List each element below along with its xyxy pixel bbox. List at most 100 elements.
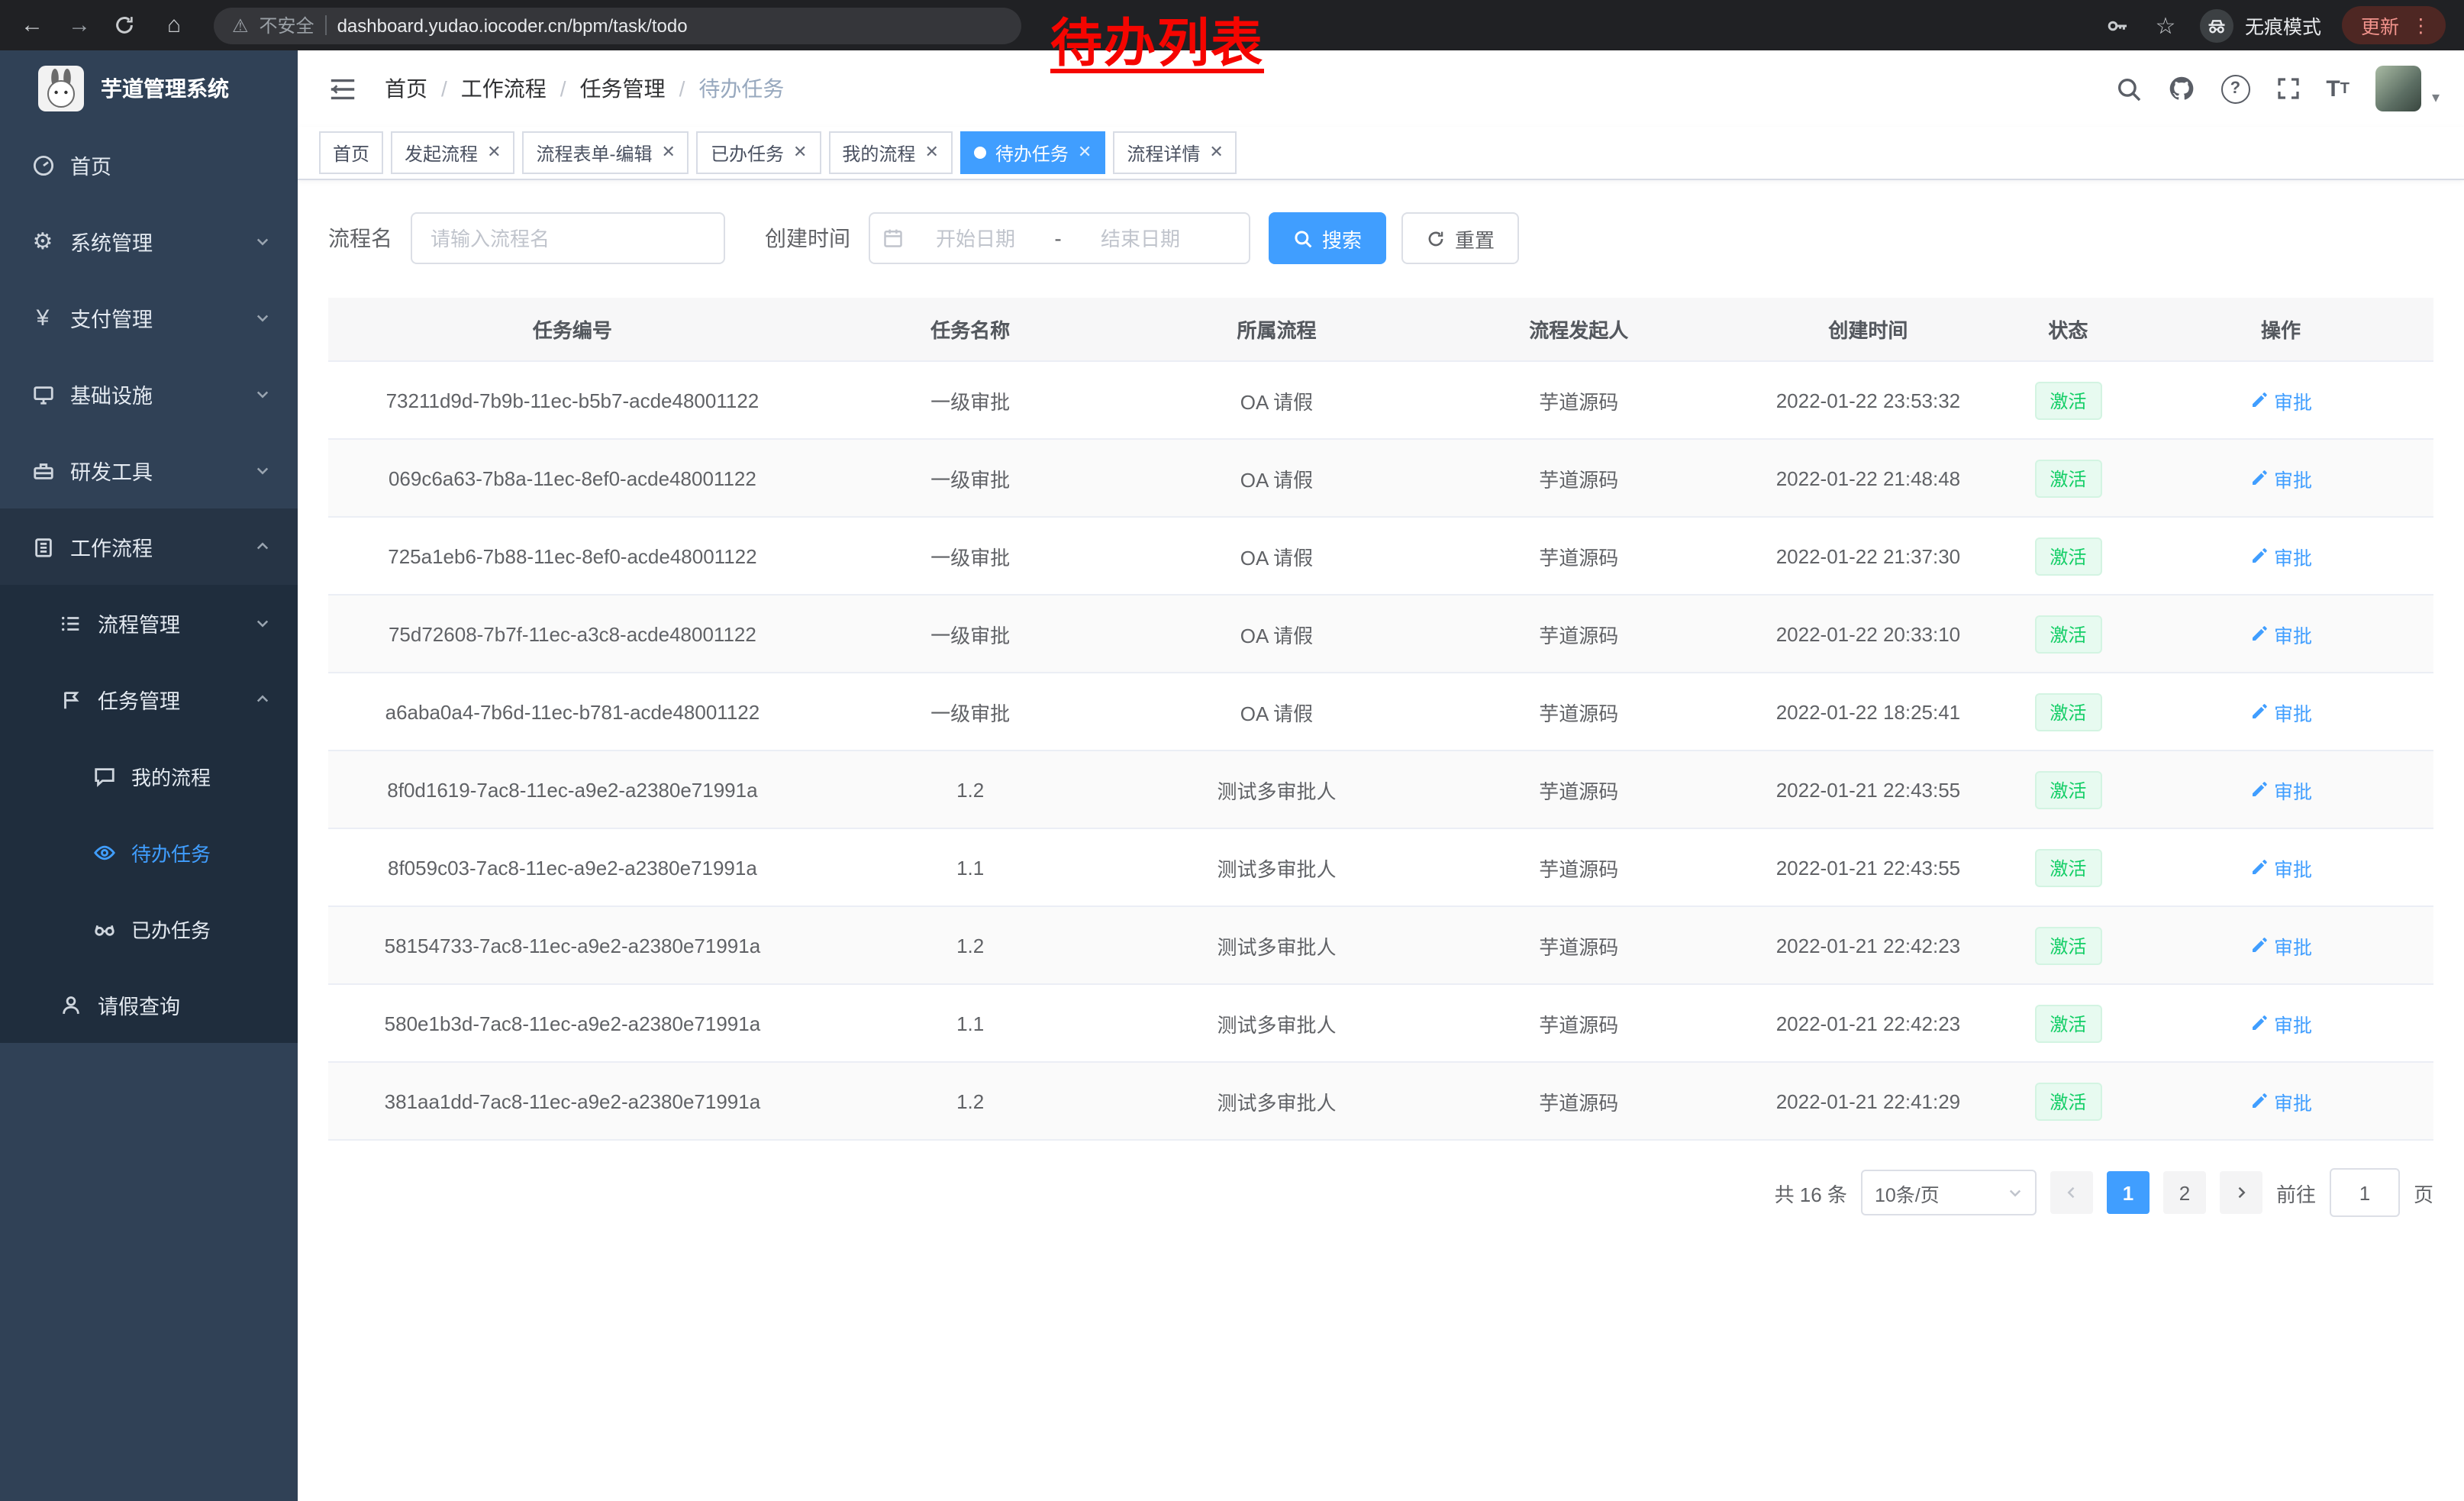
github-icon[interactable] — [2167, 75, 2195, 102]
sidebar-item-process-management[interactable]: 流程管理 — [0, 585, 298, 661]
end-date-input[interactable] — [1072, 225, 1209, 251]
incognito-badge: 无痕模式 — [2201, 8, 2321, 42]
tab-done-tasks[interactable]: 已办任务 ✕ — [697, 131, 821, 174]
incognito-label: 无痕模式 — [2245, 11, 2321, 40]
process-name-input[interactable] — [411, 212, 725, 264]
cell-task-name: 一级审批 — [817, 673, 1124, 750]
sidebar-item-todo-tasks[interactable]: 待办任务 — [0, 814, 298, 890]
create-time-label: 创建时间 — [765, 223, 850, 253]
approve-link[interactable]: 审批 — [2250, 541, 2312, 570]
url-bar[interactable]: ⚠ 不安全 dashboard.yudao.iocoder.cn/bpm/tas… — [214, 7, 1021, 44]
forward-icon[interactable]: → — [66, 12, 93, 38]
cell-process: 测试多审批人 — [1124, 984, 1430, 1062]
key-icon[interactable] — [2106, 13, 2130, 37]
sidebar-collapse-icon[interactable] — [322, 74, 363, 103]
approve-link[interactable]: 审批 — [2250, 1086, 2312, 1115]
page-button-2[interactable]: 2 — [2163, 1171, 2206, 1214]
close-icon[interactable]: ✕ — [1078, 144, 1092, 161]
help-icon[interactable]: ? — [2221, 74, 2250, 103]
col-task-id: 任务编号 — [328, 298, 817, 361]
search-button[interactable]: 搜索 — [1269, 212, 1386, 264]
table-header-row: 任务编号 任务名称 所属流程 流程发起人 创建时间 状态 操作 — [328, 298, 2433, 361]
page-button-1[interactable]: 1 — [2107, 1171, 2150, 1214]
cell-initiator: 芋道源码 — [1429, 750, 1728, 828]
warning-icon[interactable]: ⚠ — [232, 15, 249, 36]
close-icon[interactable]: ✕ — [793, 144, 807, 161]
url-divider — [325, 15, 327, 35]
chat-icon — [92, 763, 116, 788]
sidebar-item-leave-query[interactable]: 请假查询 — [0, 967, 298, 1043]
date-range-picker[interactable]: - — [869, 212, 1250, 264]
close-icon[interactable]: ✕ — [924, 144, 938, 161]
reset-button[interactable]: 重置 — [1401, 212, 1519, 264]
browser-menu-icon[interactable]: ⋮ — [2411, 14, 2430, 37]
approve-link[interactable]: 审批 — [2250, 619, 2312, 648]
cell-status: 激活 — [2008, 439, 2128, 517]
edit-icon — [2250, 469, 2268, 487]
security-label[interactable]: 不安全 — [260, 12, 314, 38]
breadcrumb-home[interactable]: 首页 — [385, 73, 427, 104]
update-label[interactable]: 更新 — [2361, 11, 2399, 40]
tab-start-process[interactable]: 发起流程 ✕ — [391, 131, 514, 174]
avatar[interactable] — [2375, 66, 2421, 111]
url-text[interactable]: dashboard.yudao.iocoder.cn/bpm/task/todo — [337, 15, 688, 36]
approve-link[interactable]: 审批 — [2250, 775, 2312, 804]
sidebar-item-task-management[interactable]: 任务管理 — [0, 661, 298, 738]
close-icon[interactable]: ✕ — [662, 144, 676, 161]
active-tab-dot — [974, 147, 986, 159]
pagination: 共 16 条 10条/页 1 2 前往 页 — [298, 1141, 2464, 1217]
tab-home[interactable]: 首页 — [319, 131, 383, 174]
edit-icon — [2250, 858, 2268, 876]
breadcrumb-workflow[interactable]: 工作流程 — [461, 73, 547, 104]
sidebar-item-infrastructure[interactable]: 基础设施 — [0, 356, 298, 432]
cell-process: OA 请假 — [1124, 517, 1430, 595]
cell-task-id: 8f059c03-7ac8-11ec-a9e2-a2380e71991a — [328, 828, 817, 906]
home-icon[interactable]: ⌂ — [160, 12, 188, 38]
bookmark-star-icon[interactable]: ☆ — [2152, 11, 2179, 39]
cell-action: 审批 — [2128, 828, 2433, 906]
cell-process: OA 请假 — [1124, 673, 1430, 750]
approve-link[interactable]: 审批 — [2250, 853, 2312, 882]
font-size-icon[interactable]: TT — [2326, 76, 2350, 102]
back-icon[interactable]: ← — [18, 12, 46, 38]
close-icon[interactable]: ✕ — [487, 144, 501, 161]
approve-link[interactable]: 审批 — [2250, 931, 2312, 960]
fullscreen-icon[interactable] — [2275, 76, 2300, 101]
reload-icon[interactable] — [113, 14, 140, 37]
page-size-select[interactable]: 10条/页 — [1861, 1170, 2037, 1215]
cell-task-name: 一级审批 — [817, 595, 1124, 673]
approve-link[interactable]: 审批 — [2250, 697, 2312, 726]
sidebar-item-devtools[interactable]: 研发工具 — [0, 432, 298, 508]
sidebar-item-home[interactable]: 首页 — [0, 127, 298, 203]
cell-action: 审批 — [2128, 517, 2433, 595]
table-row: 75d72608-7b7f-11ec-a3c8-acde48001122 一级审… — [328, 595, 2433, 673]
search-icon[interactable] — [2115, 76, 2141, 102]
sidebar-item-my-process[interactable]: 我的流程 — [0, 738, 298, 814]
breadcrumb-task-management[interactable]: 任务管理 — [580, 73, 666, 104]
tab-todo-tasks[interactable]: 待办任务 ✕ — [960, 131, 1105, 174]
cell-initiator: 芋道源码 — [1429, 517, 1728, 595]
chevron-down-icon — [255, 386, 270, 402]
goto-page-input[interactable] — [2330, 1168, 2400, 1217]
approve-link[interactable]: 审批 — [2250, 1009, 2312, 1038]
avatar-caret-icon[interactable]: ▾ — [2432, 90, 2440, 107]
sidebar-item-workflow[interactable]: 工作流程 — [0, 508, 298, 585]
sidebar-item-system[interactable]: ⚙ 系统管理 — [0, 203, 298, 279]
update-button[interactable]: 更新 ⋮ — [2343, 6, 2446, 44]
tab-process-form-edit[interactable]: 流程表单-编辑 ✕ — [523, 131, 689, 174]
tab-my-process[interactable]: 我的流程 ✕ — [828, 131, 952, 174]
start-date-input[interactable] — [907, 225, 1044, 251]
edit-icon — [2250, 547, 2268, 565]
cell-action: 审批 — [2128, 906, 2433, 984]
app-logo[interactable]: 芋道管理系统 — [0, 50, 298, 127]
next-page-button[interactable] — [2220, 1171, 2262, 1214]
approve-link[interactable]: 审批 — [2250, 463, 2312, 492]
tab-process-detail[interactable]: 流程详情 ✕ — [1113, 131, 1237, 174]
cell-status: 激活 — [2008, 361, 2128, 439]
col-task-name: 任务名称 — [817, 298, 1124, 361]
sidebar-item-done-tasks[interactable]: 已办任务 — [0, 890, 298, 967]
close-icon[interactable]: ✕ — [1209, 144, 1223, 161]
prev-page-button[interactable] — [2050, 1171, 2093, 1214]
sidebar-item-payment[interactable]: ¥ 支付管理 — [0, 279, 298, 356]
approve-link[interactable]: 审批 — [2250, 386, 2312, 415]
